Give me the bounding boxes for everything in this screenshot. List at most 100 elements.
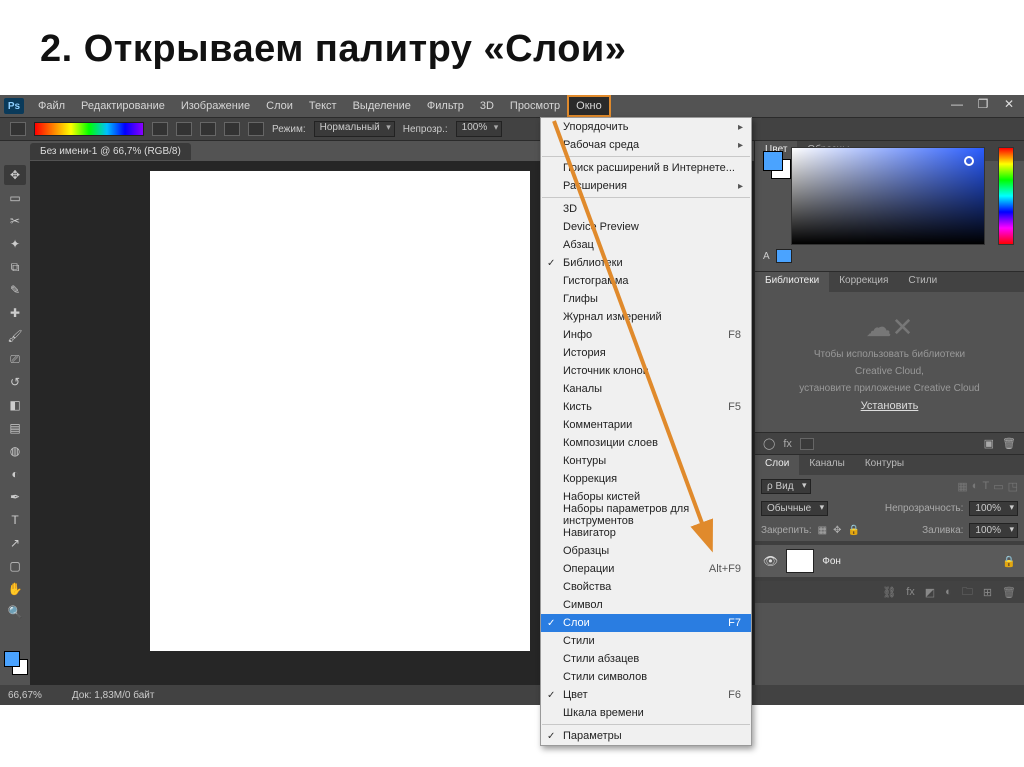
menu-item-символ[interactable]: Символ: [541, 596, 751, 614]
stamp-tool-icon[interactable]: ⎚: [4, 349, 26, 369]
grad-angle-icon[interactable]: [200, 122, 216, 136]
menu-item-стили-абзацев[interactable]: Стили абзацев: [541, 650, 751, 668]
lock-all-icon[interactable]: 🔒: [848, 525, 860, 536]
menu-item-навигатор[interactable]: Навигатор: [541, 524, 751, 542]
menu-item-инфо[interactable]: ИнфоF8: [541, 326, 751, 344]
adjustment-icon[interactable]: ◐: [945, 586, 952, 598]
blur-tool-icon[interactable]: ◍: [4, 441, 26, 461]
fg-color-icon[interactable]: [4, 651, 20, 667]
strip-trash1-icon[interactable]: 🗑: [1002, 437, 1016, 450]
menu-type[interactable]: Текст: [301, 96, 345, 116]
filter-pixel-icon[interactable]: ▦: [957, 480, 967, 493]
gradient-tool-icon[interactable]: ▤: [4, 418, 26, 438]
eyedrop-tool-icon[interactable]: ✎: [4, 280, 26, 300]
fill-field[interactable]: 100%: [969, 523, 1018, 538]
tab-libraries[interactable]: Библиотеки: [755, 272, 829, 292]
menu-item-абзац[interactable]: Абзац: [541, 236, 751, 254]
path-tool-icon[interactable]: ↗: [4, 533, 26, 553]
menu-item-гистограмма[interactable]: Гистограмма: [541, 272, 751, 290]
menu-item-библиотеки[interactable]: ✓Библиотеки: [541, 254, 751, 272]
crop-tool-icon[interactable]: ⧉: [4, 257, 26, 277]
menu-item-коррекция[interactable]: Коррекция: [541, 470, 751, 488]
marquee-tool-icon[interactable]: ▭: [4, 188, 26, 208]
menu-file[interactable]: Файл: [30, 96, 73, 116]
history-brush-icon[interactable]: ↺: [4, 372, 26, 392]
panel-fg-swatch[interactable]: [763, 151, 783, 171]
maximize-icon[interactable]: ❐: [974, 97, 992, 111]
menu-item-кисть[interactable]: КистьF5: [541, 398, 751, 416]
type-tool-icon[interactable]: T: [4, 510, 26, 530]
zoom-tool-icon[interactable]: 🔍: [4, 602, 26, 622]
menu-select[interactable]: Выделение: [345, 96, 419, 116]
menu-item-образцы[interactable]: Образцы: [541, 542, 751, 560]
menu-item-свойства[interactable]: Свойства: [541, 578, 751, 596]
grad-radial-icon[interactable]: [176, 122, 192, 136]
menu-item-композиции-слоев[interactable]: Композиции слоев: [541, 434, 751, 452]
menu-item-3d[interactable]: 3D: [541, 200, 751, 218]
strip-s1-icon[interactable]: ▣: [984, 437, 994, 450]
filter-type-icon[interactable]: T: [982, 480, 989, 493]
color-chip[interactable]: [776, 249, 792, 263]
menu-item-поиск-расширений-в-интернете-[interactable]: Поиск расширений в Интернете...: [541, 159, 751, 177]
menu-item-стили-символов[interactable]: Стили символов: [541, 668, 751, 686]
menu-item-расширения[interactable]: Расширения: [541, 177, 751, 195]
menu-item-глифы[interactable]: Глифы: [541, 290, 751, 308]
filter-shape-icon[interactable]: ▭: [993, 480, 1003, 493]
menu-layers[interactable]: Слои: [258, 96, 301, 116]
tool-preset-icon[interactable]: [10, 122, 26, 136]
new-layer-icon[interactable]: ⊞: [983, 586, 992, 599]
brush-tool-icon[interactable]: 🖌: [4, 326, 26, 346]
lock-pixels-icon[interactable]: ▦: [818, 525, 827, 536]
grad-reflect-icon[interactable]: [224, 122, 240, 136]
pen-tool-icon[interactable]: ✒: [4, 487, 26, 507]
menu-item-слои[interactable]: ✓СлоиF7: [541, 614, 751, 632]
delete-layer-icon[interactable]: 🗑: [1002, 586, 1016, 599]
zoom-level[interactable]: 66,67%: [8, 690, 42, 701]
dodge-tool-icon[interactable]: ◐: [4, 464, 26, 484]
layer-opacity-field[interactable]: 100%: [969, 501, 1018, 516]
shape-tool-icon[interactable]: ▢: [4, 556, 26, 576]
menu-item-каналы[interactable]: Каналы: [541, 380, 751, 398]
lasso-tool-icon[interactable]: ✂: [4, 211, 26, 231]
tab-paths[interactable]: Контуры: [855, 455, 914, 475]
tab-styles[interactable]: Стили: [898, 272, 947, 292]
layer-item[interactable]: 👁 Фон 🔒: [755, 545, 1024, 577]
window-dropdown[interactable]: УпорядочитьРабочая средаПоиск расширений…: [540, 117, 752, 746]
menu-item-стили[interactable]: Стили: [541, 632, 751, 650]
filter-smart-icon[interactable]: ◳: [1008, 480, 1018, 493]
canvas[interactable]: [150, 171, 530, 651]
menu-image[interactable]: Изображение: [173, 96, 258, 116]
tab-adjustments[interactable]: Коррекция: [829, 272, 898, 292]
wand-tool-icon[interactable]: ✦: [4, 234, 26, 254]
minimize-icon[interactable]: —: [948, 97, 966, 111]
install-link[interactable]: Установить: [861, 400, 919, 412]
eraser-tool-icon[interactable]: ◧: [4, 395, 26, 415]
close-icon[interactable]: ✕: [1000, 97, 1018, 111]
visibility-icon[interactable]: 👁: [763, 554, 778, 568]
menu-edit[interactable]: Редактирование: [73, 96, 173, 116]
menu-item-рабочая-среда[interactable]: Рабочая среда: [541, 136, 751, 154]
hue-slider[interactable]: [998, 147, 1014, 245]
opacity-dropdown[interactable]: 100%: [456, 121, 503, 137]
mode-dropdown[interactable]: Нормальный: [314, 121, 395, 137]
lock-position-icon[interactable]: ✥: [833, 525, 841, 536]
group-icon[interactable]: 🗀: [962, 583, 973, 602]
tab-layers[interactable]: Слои: [755, 455, 799, 475]
link-layers-icon[interactable]: ⛓: [882, 586, 896, 599]
menu-item-операции[interactable]: ОперацииAlt+F9: [541, 560, 751, 578]
blend-mode-dropdown[interactable]: Обычные: [761, 501, 828, 516]
document-tab[interactable]: Без имени-1 @ 66,7% (RGB/8): [30, 143, 191, 160]
move-tool-icon[interactable]: ✥: [4, 165, 26, 185]
fg-bg-colors[interactable]: [4, 651, 28, 675]
grad-linear-icon[interactable]: [152, 122, 168, 136]
menu-item-контуры[interactable]: Контуры: [541, 452, 751, 470]
color-picker-field[interactable]: [791, 147, 985, 245]
menu-item-источник-клонов[interactable]: Источник клонов: [541, 362, 751, 380]
menu-item-цвет[interactable]: ✓ЦветF6: [541, 686, 751, 704]
filter-adjust-icon[interactable]: ◐: [972, 480, 979, 493]
fx-icon[interactable]: fx: [906, 586, 915, 598]
hand-tool-icon[interactable]: ✋: [4, 579, 26, 599]
panel-fg-bg[interactable]: [763, 151, 791, 179]
menu-item-комментарии[interactable]: Комментарии: [541, 416, 751, 434]
mask-icon[interactable]: ◩: [925, 586, 935, 599]
